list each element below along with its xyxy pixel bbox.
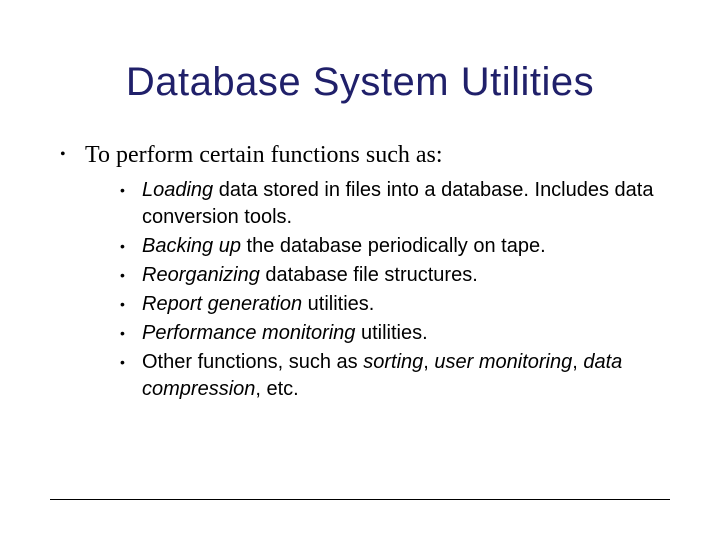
emphasis: user monitoring xyxy=(434,351,572,373)
slide: Database System Utilities To perform cer… xyxy=(0,0,720,540)
level2-item-backing-up: Backing up the database periodically on … xyxy=(120,233,670,260)
level1-item: To perform certain functions such as: Lo… xyxy=(55,140,670,403)
item-text: utilities. xyxy=(355,322,427,344)
item-text: , xyxy=(423,351,434,373)
emphasis: Report generation xyxy=(142,293,302,315)
item-text: data stored in files into a database. In… xyxy=(142,179,653,228)
bullet-list-level2: Loading data stored in files into a data… xyxy=(120,177,670,403)
item-text: , etc. xyxy=(255,378,298,400)
emphasis: Backing up xyxy=(142,235,241,257)
item-text: , xyxy=(572,351,583,373)
item-text: Other functions, such as xyxy=(142,351,363,373)
slide-title: Database System Utilities xyxy=(50,60,670,105)
emphasis: Performance monitoring xyxy=(142,322,355,344)
level2-item-report-generation: Report generation utilities. xyxy=(120,291,670,318)
level2-item-performance-monitoring: Performance monitoring utilities. xyxy=(120,320,670,347)
level2-item-reorganizing: Reorganizing database file structures. xyxy=(120,262,670,289)
item-text: the database periodically on tape. xyxy=(241,235,546,257)
item-text: utilities. xyxy=(302,293,374,315)
horizontal-rule xyxy=(50,499,670,500)
level2-item-loading: Loading data stored in files into a data… xyxy=(120,177,670,231)
level2-item-other-functions: Other functions, such as sorting, user m… xyxy=(120,349,670,403)
emphasis: sorting xyxy=(363,351,423,373)
bullet-list-level1: To perform certain functions such as: Lo… xyxy=(55,140,670,403)
lead-text: To perform certain functions such as: xyxy=(85,142,443,168)
item-text: database file structures. xyxy=(260,264,478,286)
emphasis: Loading xyxy=(142,179,213,201)
emphasis: Reorganizing xyxy=(142,264,260,286)
